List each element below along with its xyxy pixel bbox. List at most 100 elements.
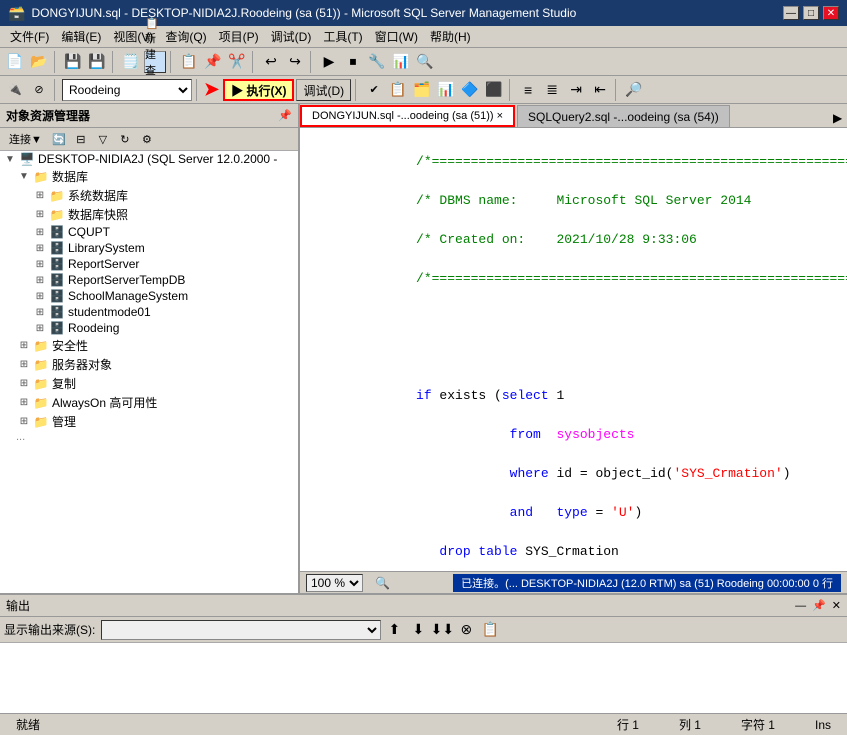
tb-q-btn9[interactable]: ⇥ — [565, 79, 587, 101]
server-obj-expand[interactable]: ⊞ — [16, 359, 32, 370]
menu-help[interactable]: 帮助(H) — [424, 26, 477, 47]
output-btn-2[interactable]: ⬇ — [407, 619, 429, 641]
output-source-selector[interactable] — [101, 620, 381, 640]
tab-scroll-right[interactable]: ▶ — [831, 109, 847, 127]
tab-sqlquery2[interactable]: SQLQuery2.sql -...oodeing (sa (54)) — [517, 105, 730, 127]
auto-hide-icon[interactable]: — — [795, 600, 806, 612]
tree-node-cqupt[interactable]: ⊞ 🗄️ CQUPT — [0, 224, 298, 240]
tree-node-replicate[interactable]: ⊞ 📁 复制 — [0, 374, 298, 393]
cut-btn[interactable]: ✂️ — [226, 51, 248, 73]
system-db-expand[interactable]: ⊞ — [32, 190, 48, 201]
output-pin-icon[interactable]: 📌 — [812, 599, 826, 612]
tree-node-manage[interactable]: ⊞ 📁 管理 — [0, 412, 298, 431]
explorer-sync-btn[interactable]: ↻ — [115, 130, 135, 148]
manage-expand[interactable]: ⊞ — [16, 416, 32, 427]
tb-q-btn4[interactable]: 📊 — [435, 79, 457, 101]
reportservertempdb-expand[interactable]: ⊞ — [32, 275, 48, 286]
tb-q-btn7[interactable]: ≡ — [517, 79, 539, 101]
roodeing-expand[interactable]: ⊞ — [32, 323, 48, 334]
tree-node-reportserver[interactable]: ⊞ 🗄️ ReportServer — [0, 256, 298, 272]
tb-q-btn8[interactable]: ≣ — [541, 79, 563, 101]
menu-project[interactable]: 项目(P) — [213, 26, 265, 47]
tree-node-alwayson[interactable]: ⊞ 📁 AlwaysOn 高可用性 — [0, 393, 298, 412]
new-query-btn[interactable]: 📋新建查询(N) — [144, 51, 166, 73]
pin-icon[interactable]: 📌 — [278, 109, 292, 122]
tb-q-btn10[interactable]: ⇤ — [589, 79, 611, 101]
server-icon: 🖥️ — [18, 152, 36, 166]
librarysystem-expand[interactable]: ⊞ — [32, 243, 48, 254]
output-btn-3[interactable]: ⬇⬇ — [431, 619, 453, 641]
connect-toolbar-btn[interactable]: 连接▼ — [4, 130, 47, 148]
connect-btn[interactable]: 🔌 — [4, 79, 26, 101]
new-file-btn[interactable]: 📄 — [4, 51, 26, 73]
replicate-expand[interactable]: ⊞ — [16, 378, 32, 389]
studentmode-expand[interactable]: ⊞ — [32, 307, 48, 318]
databases-expand-icon[interactable]: ▼ — [16, 171, 32, 182]
explorer-filter-btn[interactable]: ⊟ — [71, 130, 91, 148]
tree-node-schoolmanage[interactable]: ⊞ 🗄️ SchoolManageSystem — [0, 288, 298, 304]
close-button[interactable]: ✕ — [823, 6, 839, 20]
sql-editor[interactable]: /*======================================… — [300, 128, 847, 571]
object-explorer-tree[interactable]: ▼ 🖥️ DESKTOP-NIDIA2J (SQL Server 12.0.20… — [0, 151, 298, 593]
output-btn-1[interactable]: ⬆ — [383, 619, 405, 641]
save-all-btn[interactable]: 💾 — [86, 51, 108, 73]
tree-node-reportservertempdb[interactable]: ⊞ 🗄️ ReportServerTempDB — [0, 272, 298, 288]
server-expand-icon[interactable]: ▼ — [2, 154, 18, 165]
menu-edit[interactable]: 编辑(E) — [55, 26, 107, 47]
copy-btn[interactable]: 📋 — [178, 51, 200, 73]
output-close-icon[interactable]: ✕ — [832, 599, 841, 612]
tree-scroll-hint: ... — [0, 431, 298, 451]
tree-node-system-db[interactable]: ⊞ 📁 系统数据库 — [0, 186, 298, 205]
toolbar-btn-3[interactable]: 🗒️ — [120, 51, 142, 73]
zoom-selector[interactable]: 100 % 75 % 125 % — [306, 574, 363, 592]
tree-node-db-snapshot[interactable]: ⊞ 📁 数据库快照 — [0, 205, 298, 224]
maximize-button[interactable]: □ — [803, 6, 819, 20]
run-btn[interactable]: ▶ — [318, 51, 340, 73]
snapshot-expand[interactable]: ⊞ — [32, 209, 48, 220]
tree-node-librarysystem[interactable]: ⊞ 🗄️ LibrarySystem — [0, 240, 298, 256]
explorer-settings-btn[interactable]: ⚙ — [137, 130, 157, 148]
schoolmanage-expand[interactable]: ⊞ — [32, 291, 48, 302]
menu-query[interactable]: 查询(Q) — [159, 26, 212, 47]
tb-q-btn5[interactable]: 🔷 — [459, 79, 481, 101]
menu-debug[interactable]: 调试(D) — [265, 26, 318, 47]
tb-q-btn3[interactable]: 🗂️ — [411, 79, 433, 101]
redo-btn[interactable]: ↪ — [284, 51, 306, 73]
open-btn[interactable]: 📂 — [28, 51, 50, 73]
tab-dongyijun[interactable]: DONGYIJUN.sql -...oodeing (sa (51)) × — [300, 105, 515, 127]
tb-btn-6[interactable]: 🔧 — [366, 51, 388, 73]
tb-btn-7[interactable]: 📊 — [390, 51, 412, 73]
tree-node-roodeing[interactable]: ⊞ 🗄️ Roodeing — [0, 320, 298, 336]
parse-btn[interactable]: ✔ — [363, 79, 385, 101]
menu-file[interactable]: 文件(F) — [4, 26, 55, 47]
disconnect-btn[interactable]: ⊘ — [28, 79, 50, 101]
menu-window[interactable]: 窗口(W) — [369, 26, 424, 47]
undo-btn[interactable]: ↩ — [260, 51, 282, 73]
explorer-refresh-btn[interactable]: 🔄 — [49, 130, 69, 148]
security-expand[interactable]: ⊞ — [16, 340, 32, 351]
cqupt-expand[interactable]: ⊞ — [32, 227, 48, 238]
tree-node-server[interactable]: ▼ 🖥️ DESKTOP-NIDIA2J (SQL Server 12.0.20… — [0, 151, 298, 167]
tb-q-btn2[interactable]: 📋 — [387, 79, 409, 101]
tree-node-security[interactable]: ⊞ 📁 安全性 — [0, 336, 298, 355]
stop-btn[interactable]: ⏹ — [342, 51, 364, 73]
minimize-button[interactable]: — — [783, 6, 799, 20]
output-btn-4[interactable]: ⊗ — [455, 619, 477, 641]
tb-btn-8[interactable]: 🔍 — [414, 51, 436, 73]
reportserver-expand[interactable]: ⊞ — [32, 259, 48, 270]
database-selector[interactable]: Roodeing — [62, 79, 192, 101]
paste-btn[interactable]: 📌 — [202, 51, 224, 73]
tb-q-btn11[interactable]: 🔎 — [623, 79, 645, 101]
debug-button[interactable]: 调试(D) — [296, 79, 351, 101]
replicate-label: 复制 — [50, 375, 76, 392]
explorer-filter2-btn[interactable]: ▽ — [93, 130, 113, 148]
save-btn[interactable]: 💾 — [62, 51, 84, 73]
tb-q-btn6[interactable]: ⬛ — [483, 79, 505, 101]
tree-node-server-obj[interactable]: ⊞ 📁 服务器对象 — [0, 355, 298, 374]
execute-button[interactable]: ▶ 执行(X) — [223, 79, 294, 101]
tree-node-databases[interactable]: ▼ 📁 数据库 — [0, 167, 298, 186]
menu-tools[interactable]: 工具(T) — [317, 26, 368, 47]
tree-node-studentmode[interactable]: ⊞ 🗄️ studentmode01 — [0, 304, 298, 320]
alwayson-expand[interactable]: ⊞ — [16, 397, 32, 408]
output-btn-5[interactable]: 📋 — [479, 619, 501, 641]
